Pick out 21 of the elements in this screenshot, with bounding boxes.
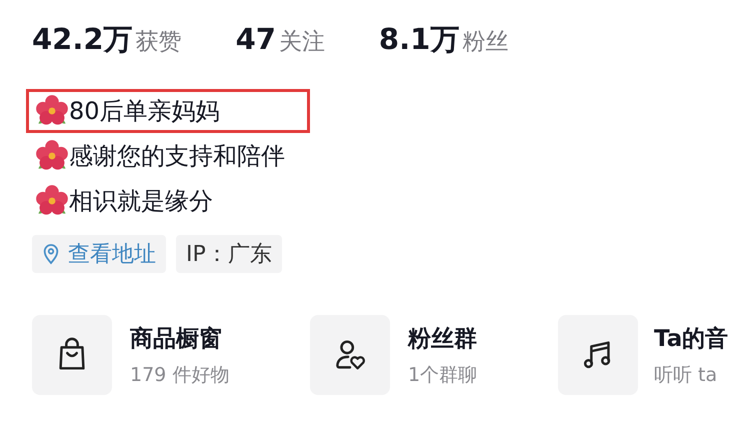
bio-line: 相识就是缘分 [69,186,213,217]
card-subtitle: 1个群聊 [408,362,478,388]
stat-label: 获赞 [136,28,182,57]
stat-label: 关注 [278,28,325,57]
card-title: Ta的音 [654,324,728,354]
address-tag[interactable]: 查看地址 [32,235,166,273]
stat-value: 42.2万 [32,21,133,58]
card-title: 商品橱窗 [130,324,222,354]
icon-tile[interactable] [558,315,638,395]
bio-line: 感谢您的支持和陪伴 [69,141,285,172]
card-subtitle: 179 件好物 [130,362,230,388]
ip-tag: IP：广东 [176,235,282,273]
card-subtitle: 听听 ta [654,362,718,388]
stat-value: 8.1万 [378,21,460,58]
stat-label: 粉丝 [462,28,508,57]
icon-tile[interactable] [310,315,390,395]
icon-tile[interactable] [32,315,112,395]
location-icon [42,243,60,265]
stat-value: 47 [236,22,276,56]
bio-line: 80后单亲妈妈 [69,96,220,127]
card-title: 粉丝群 [408,324,477,354]
